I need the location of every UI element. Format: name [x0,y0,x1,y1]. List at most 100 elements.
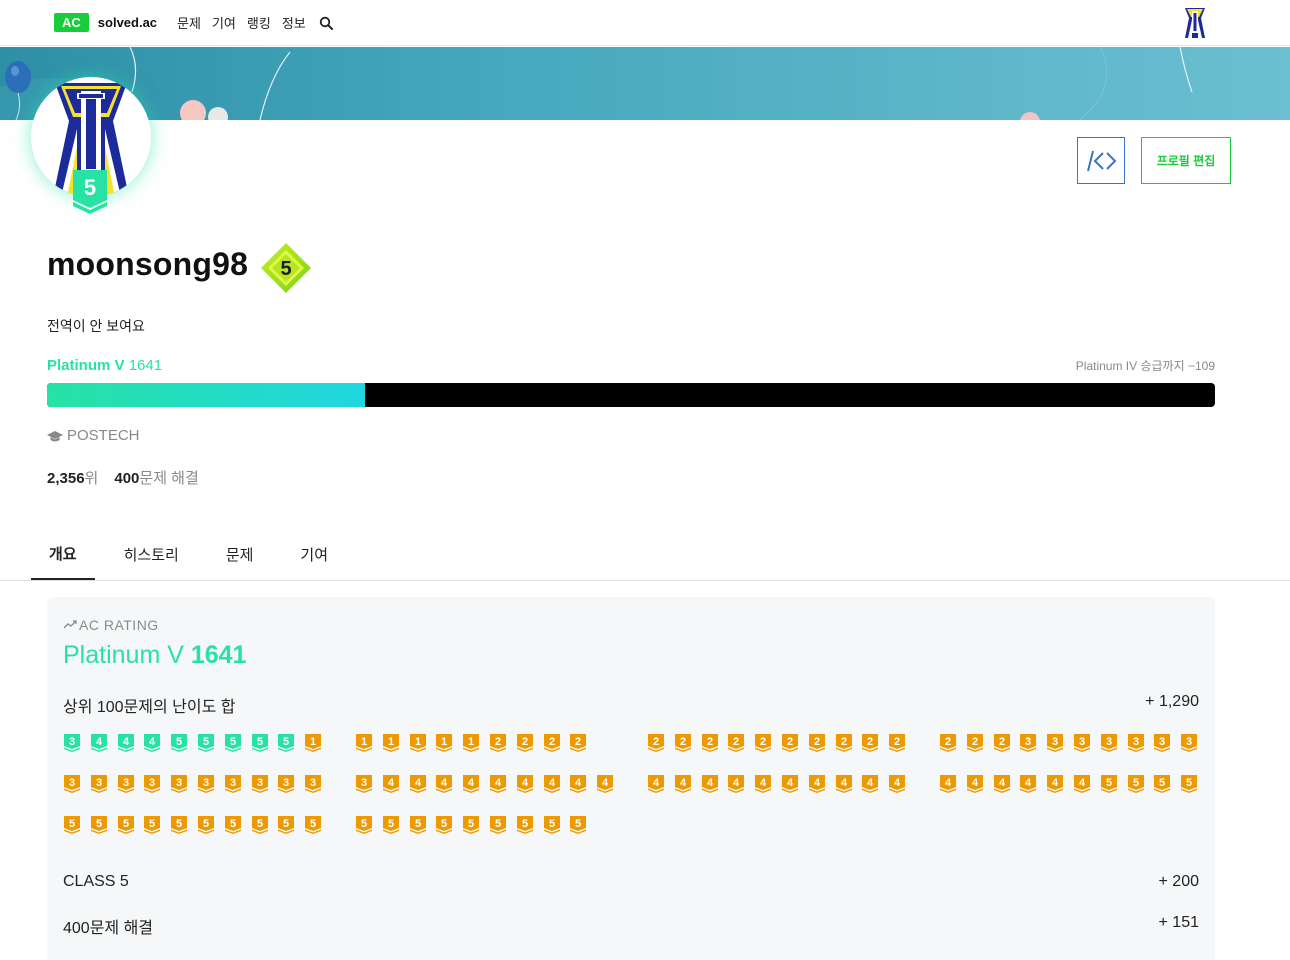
problem-tier-badge-icon[interactable]: 2 [728,734,745,752]
problem-tier-badge-icon[interactable]: 4 [966,775,983,793]
problem-tier-badge-icon[interactable]: 5 [1181,775,1198,793]
tab-contributions[interactable]: 기여 [282,528,346,580]
problem-tier-badge-icon[interactable]: 4 [648,775,664,793]
problem-tier-badge-icon[interactable]: 3 [198,775,214,793]
tab-history[interactable]: 히스토리 [106,528,197,580]
problem-tier-badge-icon[interactable]: 5 [64,816,80,834]
problem-tier-badge-icon[interactable]: 5 [224,816,241,834]
problem-tier-badge-icon[interactable]: 4 [90,734,107,752]
edit-profile-button[interactable]: 프로필 편집 [1141,137,1231,184]
problem-tier-badge-icon[interactable]: 4 [516,775,533,793]
problem-tier-badge-icon[interactable]: 2 [516,734,533,752]
problem-tier-badge-icon[interactable]: 2 [674,734,691,752]
problem-tier-badge-icon[interactable]: 3 [144,775,161,793]
problem-tier-badge-icon[interactable]: 5 [251,734,268,752]
problem-tier-badge-icon[interactable]: 4 [674,775,691,793]
problem-tier-badge-icon[interactable]: 5 [436,816,453,834]
problem-tier-badge-icon[interactable]: 5 [1100,775,1117,793]
problem-tier-badge-icon[interactable]: 5 [356,816,372,834]
problem-tier-badge-icon[interactable]: 3 [224,775,241,793]
problem-tier-badge-icon[interactable]: 2 [940,734,956,752]
problem-tier-badge-icon[interactable]: 2 [966,734,983,752]
problem-tier-badge-icon[interactable]: 2 [648,734,664,752]
problem-tier-badge-icon[interactable]: 2 [755,734,772,752]
problem-tier-badge-icon[interactable]: 1 [356,734,372,752]
problem-tier-badge-icon[interactable]: 4 [117,734,134,752]
problem-tier-badge-icon[interactable]: 5 [251,816,268,834]
problem-tier-badge-icon[interactable]: 4 [490,775,506,793]
problem-tier-badge-icon[interactable]: 3 [1181,734,1198,752]
problem-tier-badge-icon[interactable]: 2 [570,734,587,752]
problem-tier-badge-icon[interactable]: 5 [543,816,560,834]
problem-tier-badge-icon[interactable]: 5 [224,734,241,752]
problem-tier-badge-icon[interactable]: 5 [490,816,506,834]
problem-tier-badge-icon[interactable]: 5 [382,816,399,834]
problem-tier-badge-icon[interactable]: 3 [278,775,295,793]
problem-tier-badge-icon[interactable]: 4 [782,775,798,793]
problem-tier-badge-icon[interactable]: 4 [1047,775,1064,793]
problem-tier-badge-icon[interactable]: 4 [862,775,879,793]
nav-item-problems[interactable]: 문제 [177,13,201,32]
problem-tier-badge-icon[interactable]: 2 [490,734,506,752]
problem-tier-badge-icon[interactable]: 4 [940,775,956,793]
problem-tier-badge-icon[interactable]: 5 [90,816,107,834]
problem-tier-badge-icon[interactable]: 5 [516,816,533,834]
problem-tier-badge-icon[interactable]: 2 [862,734,879,752]
nav-item-contribute[interactable]: 기여 [212,13,236,32]
problem-tier-badge-icon[interactable]: 4 [436,775,453,793]
problem-tier-badge-icon[interactable]: 2 [782,734,798,752]
nav-item-info[interactable]: 정보 [282,13,306,32]
problem-tier-badge-icon[interactable]: 4 [835,775,852,793]
problem-tier-badge-icon[interactable]: 4 [808,775,825,793]
problem-tier-badge-icon[interactable]: 2 [993,734,1010,752]
problem-tier-badge-icon[interactable]: 2 [835,734,852,752]
problem-tier-badge-icon[interactable]: 3 [1047,734,1064,752]
problem-tier-badge-icon[interactable]: 5 [1127,775,1144,793]
problem-tier-badge-icon[interactable]: 5 [278,816,295,834]
problem-tier-badge-icon[interactable]: 5 [463,816,480,834]
tab-overview[interactable]: 개요 [31,528,95,580]
problem-tier-badge-icon[interactable]: 3 [117,775,134,793]
problem-tier-badge-icon[interactable]: 5 [171,816,188,834]
problem-tier-badge-icon[interactable]: 3 [64,775,80,793]
problem-tier-badge-icon[interactable]: 3 [1154,734,1171,752]
problem-tier-badge-icon[interactable]: 3 [171,775,188,793]
problem-tier-badge-icon[interactable]: 5 [198,816,214,834]
problem-tier-badge-icon[interactable]: 3 [64,734,80,752]
problem-tier-badge-icon[interactable]: 3 [305,775,322,793]
problem-tier-badge-icon[interactable]: 5 [117,816,134,834]
problem-tier-badge-icon[interactable]: 2 [808,734,825,752]
problem-tier-badge-icon[interactable]: 1 [436,734,453,752]
problem-tier-badge-icon[interactable]: 4 [543,775,560,793]
problem-tier-badge-icon[interactable]: 5 [1154,775,1171,793]
organization[interactable]: POSTECH [47,427,140,444]
problem-tier-badge-icon[interactable]: 5 [171,734,188,752]
nav-item-ranking[interactable]: 랭킹 [247,13,271,32]
problem-tier-badge-icon[interactable]: 4 [889,775,906,793]
problem-tier-badge-icon[interactable]: 1 [305,734,322,752]
site-logo[interactable]: AC solved.ac [54,13,157,32]
problem-tier-badge-icon[interactable]: 4 [701,775,718,793]
problem-tier-badge-icon[interactable]: 4 [409,775,426,793]
user-avatar-icon[interactable] [1182,6,1208,40]
problem-tier-badge-icon[interactable]: 3 [356,775,372,793]
problem-tier-badge-icon[interactable]: 1 [382,734,399,752]
tab-problems[interactable]: 문제 [208,528,272,580]
problem-tier-badge-icon[interactable]: 3 [1020,734,1037,752]
problem-tier-badge-icon[interactable]: 5 [570,816,587,834]
tier-diamond-icon[interactable]: 5 [260,242,312,294]
problem-tier-badge-icon[interactable]: 4 [728,775,745,793]
problem-tier-badge-icon[interactable]: 5 [278,734,295,752]
problem-tier-badge-icon[interactable]: 5 [305,816,322,834]
problem-tier-badge-icon[interactable]: 5 [144,816,161,834]
problem-tier-badge-icon[interactable]: 1 [409,734,426,752]
problem-tier-badge-icon[interactable]: 4 [993,775,1010,793]
problem-tier-badge-icon[interactable]: 3 [90,775,107,793]
problem-tier-badge-icon[interactable]: 2 [543,734,560,752]
problem-tier-badge-icon[interactable]: 4 [463,775,480,793]
problem-tier-badge-icon[interactable]: 3 [1127,734,1144,752]
problem-tier-badge-icon[interactable]: 4 [1020,775,1037,793]
problem-tier-badge-icon[interactable]: 4 [144,734,161,752]
problem-tier-badge-icon[interactable]: 1 [463,734,480,752]
problem-tier-badge-icon[interactable]: 4 [755,775,772,793]
